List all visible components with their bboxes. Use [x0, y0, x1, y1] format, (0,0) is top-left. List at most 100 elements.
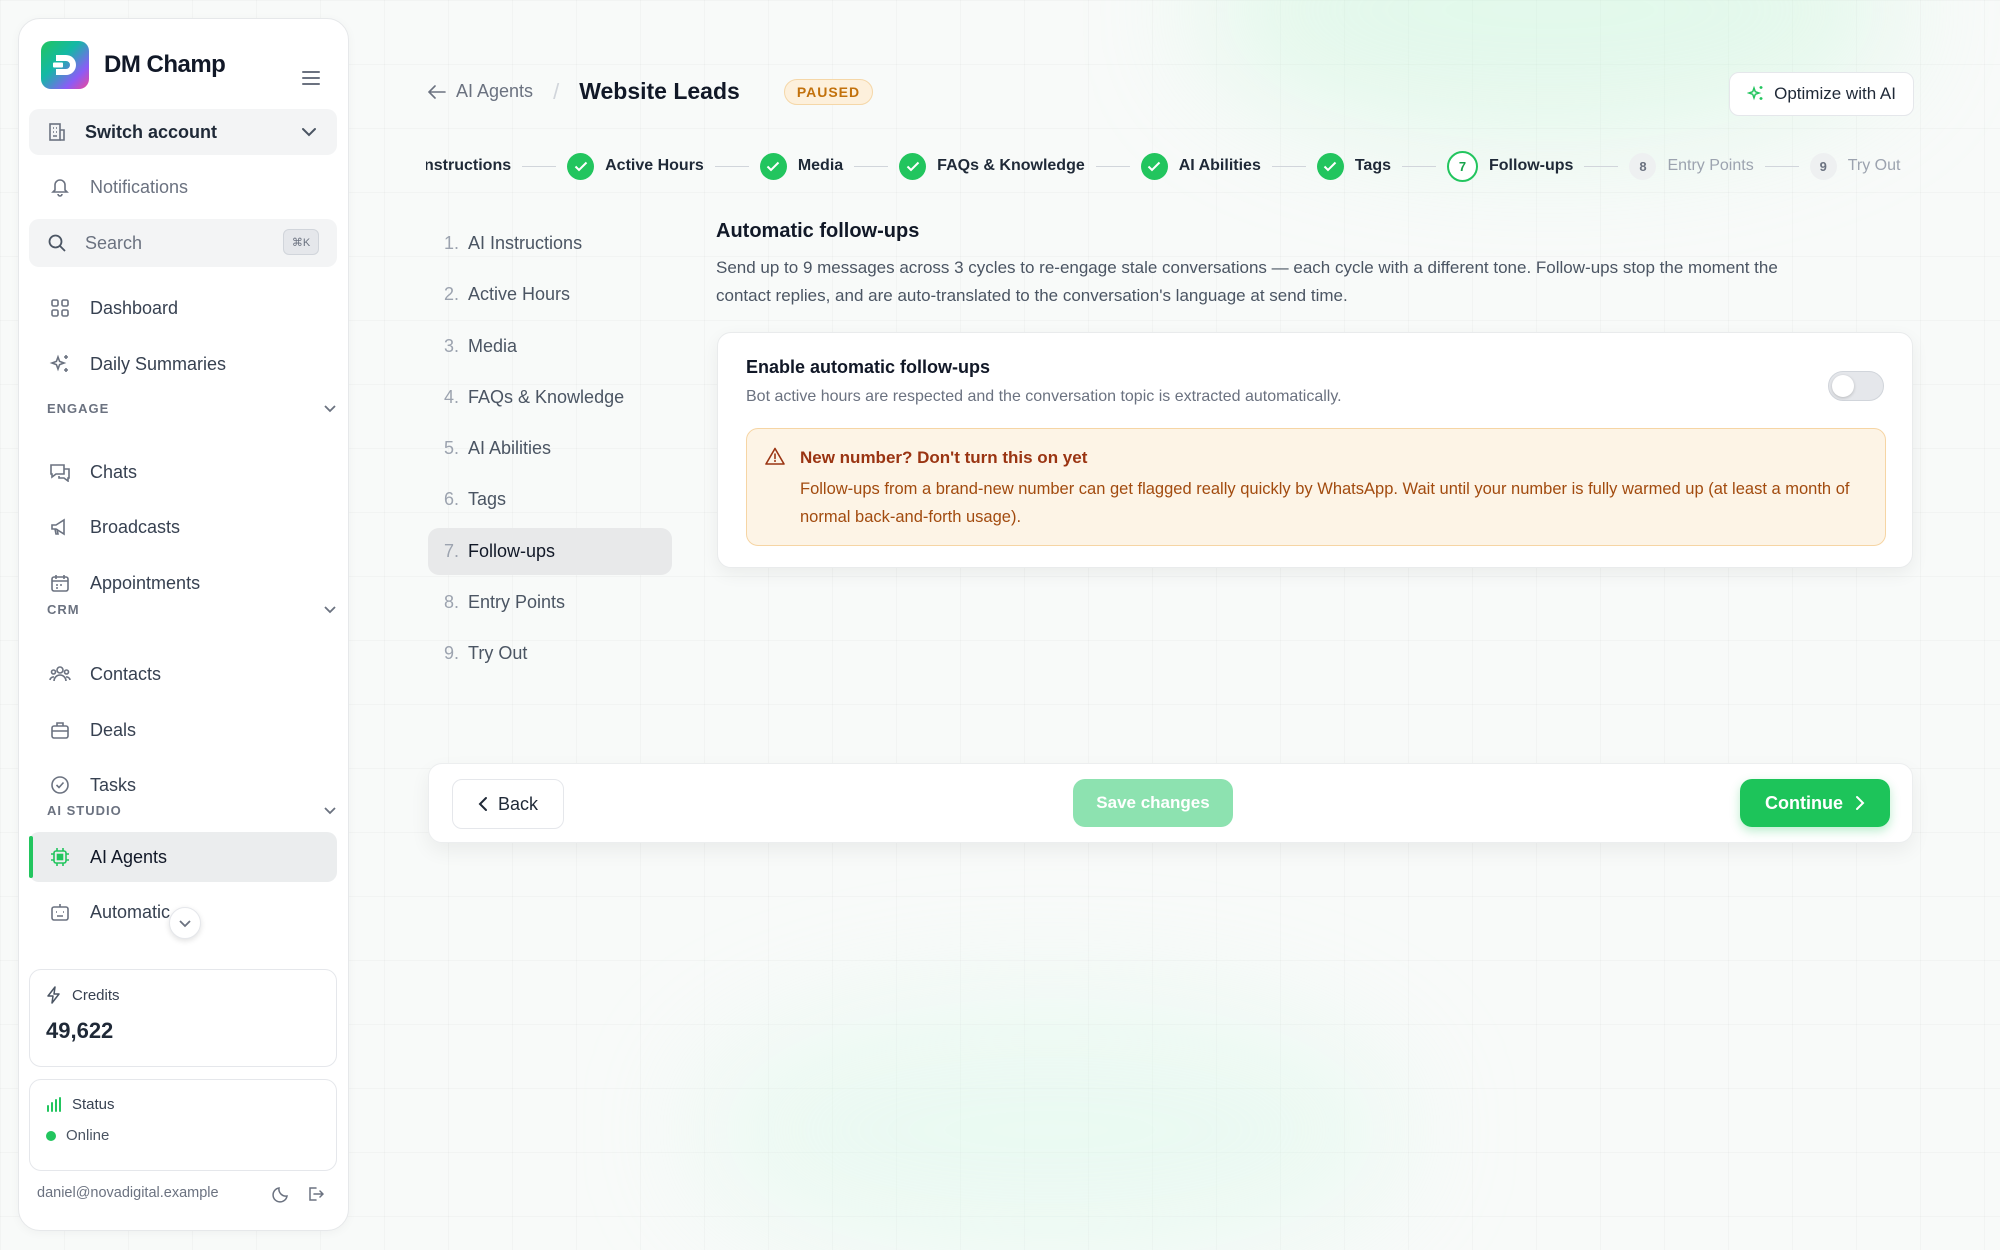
search-input[interactable]: Search ⌘K: [29, 219, 337, 267]
chevron-left-icon: [478, 797, 487, 811]
check-icon: [899, 152, 927, 180]
status-label: Status: [72, 1096, 115, 1113]
status-card: Status Online: [29, 1079, 337, 1171]
sidebar-item-dashboard[interactable]: Dashboard: [29, 283, 337, 333]
step-list-item[interactable]: 3. Media: [428, 323, 672, 370]
step-list-label: Entry Points: [468, 592, 566, 613]
enable-follow-ups-toggle[interactable]: [1828, 371, 1884, 401]
stepper: nstructions Active Hours Media FAQs & Kn…: [426, 148, 1916, 184]
sidebar-item-label: Notifications: [90, 176, 189, 197]
sidebar-item-label: Deals: [90, 719, 137, 740]
chevron-right-icon: [1856, 796, 1865, 810]
step-list-label: AI Instructions: [468, 233, 583, 253]
step-number: 8: [1629, 152, 1657, 180]
search-icon: [45, 231, 69, 255]
sidebar-item-contacts[interactable]: Contacts: [29, 649, 337, 699]
step-list-label: FAQs & Knowledge: [468, 386, 625, 407]
step-tags[interactable]: Tags: [1316, 152, 1391, 180]
sidebar-item-broadcasts[interactable]: Broadcasts: [29, 502, 337, 552]
step-list-item[interactable]: 5. AI Abilities: [428, 425, 672, 472]
credits-value: 49,622: [46, 1018, 114, 1043]
step-media[interactable]: Media: [759, 152, 843, 180]
chevron-down-icon: [324, 807, 336, 815]
step-ai-instructions[interactable]: nstructions: [426, 157, 511, 175]
step-list-item[interactable]: 8. Entry Points: [428, 579, 672, 626]
section-ai-studio[interactable]: AI STUDIO: [47, 803, 337, 818]
action-bar: Back Save changes Continue: [428, 763, 1913, 843]
sparkles-icon: [48, 352, 72, 376]
search-shortcut: ⌘K: [283, 229, 319, 255]
step-follow-ups[interactable]: 7 Follow-ups: [1447, 150, 1573, 182]
switch-account-label: Switch account: [85, 121, 218, 142]
save-changes-button[interactable]: Save changes: [1073, 779, 1233, 827]
switch-account-button[interactable]: Switch account: [29, 109, 337, 155]
page-header: AI Agents / Website Leads PAUSED: [428, 78, 874, 105]
sidebar-item-notifications[interactable]: Notifications: [29, 162, 337, 212]
section-crm[interactable]: CRM: [47, 602, 337, 617]
setting-title: Enable automatic follow-ups: [746, 357, 991, 377]
credits-header: Credits: [46, 986, 320, 1004]
menu-icon[interactable]: [302, 71, 320, 85]
sidebar-item-daily-summaries[interactable]: Daily Summaries: [29, 339, 337, 389]
step-try-out[interactable]: 9 Try Out: [1809, 152, 1900, 180]
sidebar-item-deals[interactable]: Deals: [29, 705, 337, 755]
sidebar-item-label: AI Agents: [90, 846, 168, 867]
scroll-down-button[interactable]: [169, 907, 201, 939]
logout-icon: [309, 1187, 324, 1201]
breadcrumb-parent: AI Agents: [456, 81, 534, 101]
search-placeholder: Search: [85, 232, 143, 253]
brand[interactable]: DM Champ: [41, 41, 226, 89]
sidebar-item-label: Daily Summaries: [90, 353, 227, 374]
step-ai-abilities[interactable]: AI Abilities: [1140, 152, 1261, 180]
sidebar-item-label: Automatic: [90, 901, 171, 922]
credits-label: Credits: [72, 986, 120, 1004]
warning-callout: New number? Don't turn this on yet Follo…: [746, 428, 1886, 546]
sidebar-item-ai-agents[interactable]: AI Agents: [29, 832, 337, 882]
chevron-down-icon: [324, 606, 336, 614]
step-list-item[interactable]: 9. Try Out: [428, 630, 672, 677]
warning-title: New number? Don't turn this on yet: [800, 448, 1088, 467]
check-icon: [567, 152, 595, 180]
arrow-left-icon: [428, 84, 446, 99]
sidebar-item-chats[interactable]: Chats: [29, 447, 337, 497]
continue-button[interactable]: Continue: [1740, 779, 1890, 827]
warning-icon: [765, 447, 785, 465]
step-number: 9: [1809, 152, 1837, 180]
step-faqs[interactable]: FAQs & Knowledge: [899, 152, 1085, 180]
dark-mode-toggle[interactable]: [272, 1185, 290, 1203]
step-list-item[interactable]: 6. Tags: [428, 476, 672, 523]
sidebar-item-appointments[interactable]: Appointments: [29, 558, 337, 608]
logo-icon: [41, 41, 89, 89]
step-list-number: 3.: [444, 335, 460, 356]
optimize-with-ai-button[interactable]: Optimize with AI: [1729, 72, 1914, 116]
chat-icon: [48, 460, 72, 484]
step-list-item[interactable]: 2. Active Hours: [428, 271, 672, 318]
step-connector: [1095, 165, 1130, 167]
step-label: FAQs & Knowledge: [937, 157, 1085, 174]
step-list-item[interactable]: 1. AI Instructions: [428, 220, 672, 267]
step-active-hours[interactable]: Active Hours: [567, 152, 704, 180]
save-label: Save changes: [1096, 793, 1210, 812]
breadcrumb-separator: /: [553, 78, 560, 104]
status-header: Status: [46, 1096, 320, 1113]
step-entry-points[interactable]: 8 Entry Points: [1629, 152, 1754, 180]
check-icon: [1316, 152, 1344, 180]
step-list-label: Tags: [468, 489, 507, 510]
step-list-number: 1.: [444, 233, 460, 253]
step-connector: [1402, 165, 1436, 167]
step-label: nstructions: [426, 157, 512, 174]
megaphone-icon: [48, 515, 72, 539]
logout-button[interactable]: [306, 1185, 324, 1203]
section-description: Send up to 9 messages across 3 cycles to…: [716, 258, 1778, 305]
step-list-item[interactable]: 4. FAQs & Knowledge: [428, 374, 672, 421]
step-list-item-active[interactable]: 7. Follow-ups: [428, 527, 672, 575]
breadcrumb-back[interactable]: AI Agents: [428, 81, 533, 102]
bell-icon: [48, 175, 72, 199]
section-label: ENGAGE: [47, 401, 110, 416]
chevron-down-icon: [324, 405, 336, 413]
section-engage[interactable]: ENGAGE: [47, 401, 337, 416]
back-button[interactable]: Back: [452, 779, 564, 829]
step-connector: [522, 165, 557, 167]
sidebar: DM Champ Switch account Notifications Se…: [18, 18, 349, 1231]
sidebar-item-label: Broadcasts: [90, 516, 181, 537]
